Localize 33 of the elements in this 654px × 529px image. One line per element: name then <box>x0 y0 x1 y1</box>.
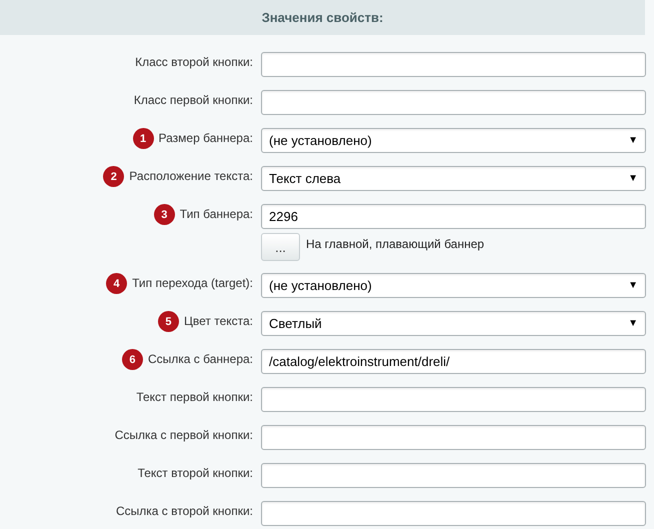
text-field[interactable] <box>261 90 646 115</box>
field-label: Расположение текста: <box>129 168 253 182</box>
dropdown[interactable]: Светлый ▼ <box>261 311 646 336</box>
text-field[interactable]: /catalog/elektroinstrument/dreli/ <box>261 349 646 374</box>
text-field[interactable] <box>261 425 646 450</box>
dropdown[interactable]: (не установлено) ▼ <box>261 128 646 153</box>
text-field[interactable] <box>261 52 646 77</box>
text-field[interactable] <box>261 387 646 412</box>
step-badge: 6 <box>122 349 143 370</box>
browse-button[interactable]: ... <box>261 233 300 261</box>
text-field[interactable]: 2296 <box>261 204 646 229</box>
field-label: Класс первой кнопки: <box>134 92 253 106</box>
field-label: Текст первой кнопки: <box>136 390 253 404</box>
section-title: Значения свойств: <box>262 10 384 25</box>
field-label: Тип баннера: <box>180 206 253 220</box>
text-field[interactable] <box>261 463 646 488</box>
dropdown[interactable]: (не установлено) ▼ <box>261 273 646 298</box>
field-label: Ссылка с баннера: <box>148 352 253 366</box>
step-badge: 5 <box>158 311 179 332</box>
step-badge: 4 <box>106 273 128 294</box>
selected-item-text: На главной, плавающий баннер <box>306 237 484 251</box>
dropdown[interactable]: Текст слева ▼ <box>261 166 646 191</box>
field-label: Цвет текста: <box>184 314 253 328</box>
field-label: Тип перехода (target): <box>132 276 253 290</box>
field-label: Ссылка с второй кнопки: <box>116 504 253 518</box>
step-badge: 2 <box>103 166 124 187</box>
field-label: Текст второй кнопки: <box>138 466 253 480</box>
step-badge: 3 <box>154 204 175 225</box>
text-field[interactable] <box>261 501 646 526</box>
field-label: Размер баннера: <box>158 130 253 144</box>
field-label: Класс второй кнопки: <box>135 54 253 68</box>
field-label: Ссылка с первой кнопки: <box>114 428 253 442</box>
step-badge: 1 <box>132 128 154 149</box>
